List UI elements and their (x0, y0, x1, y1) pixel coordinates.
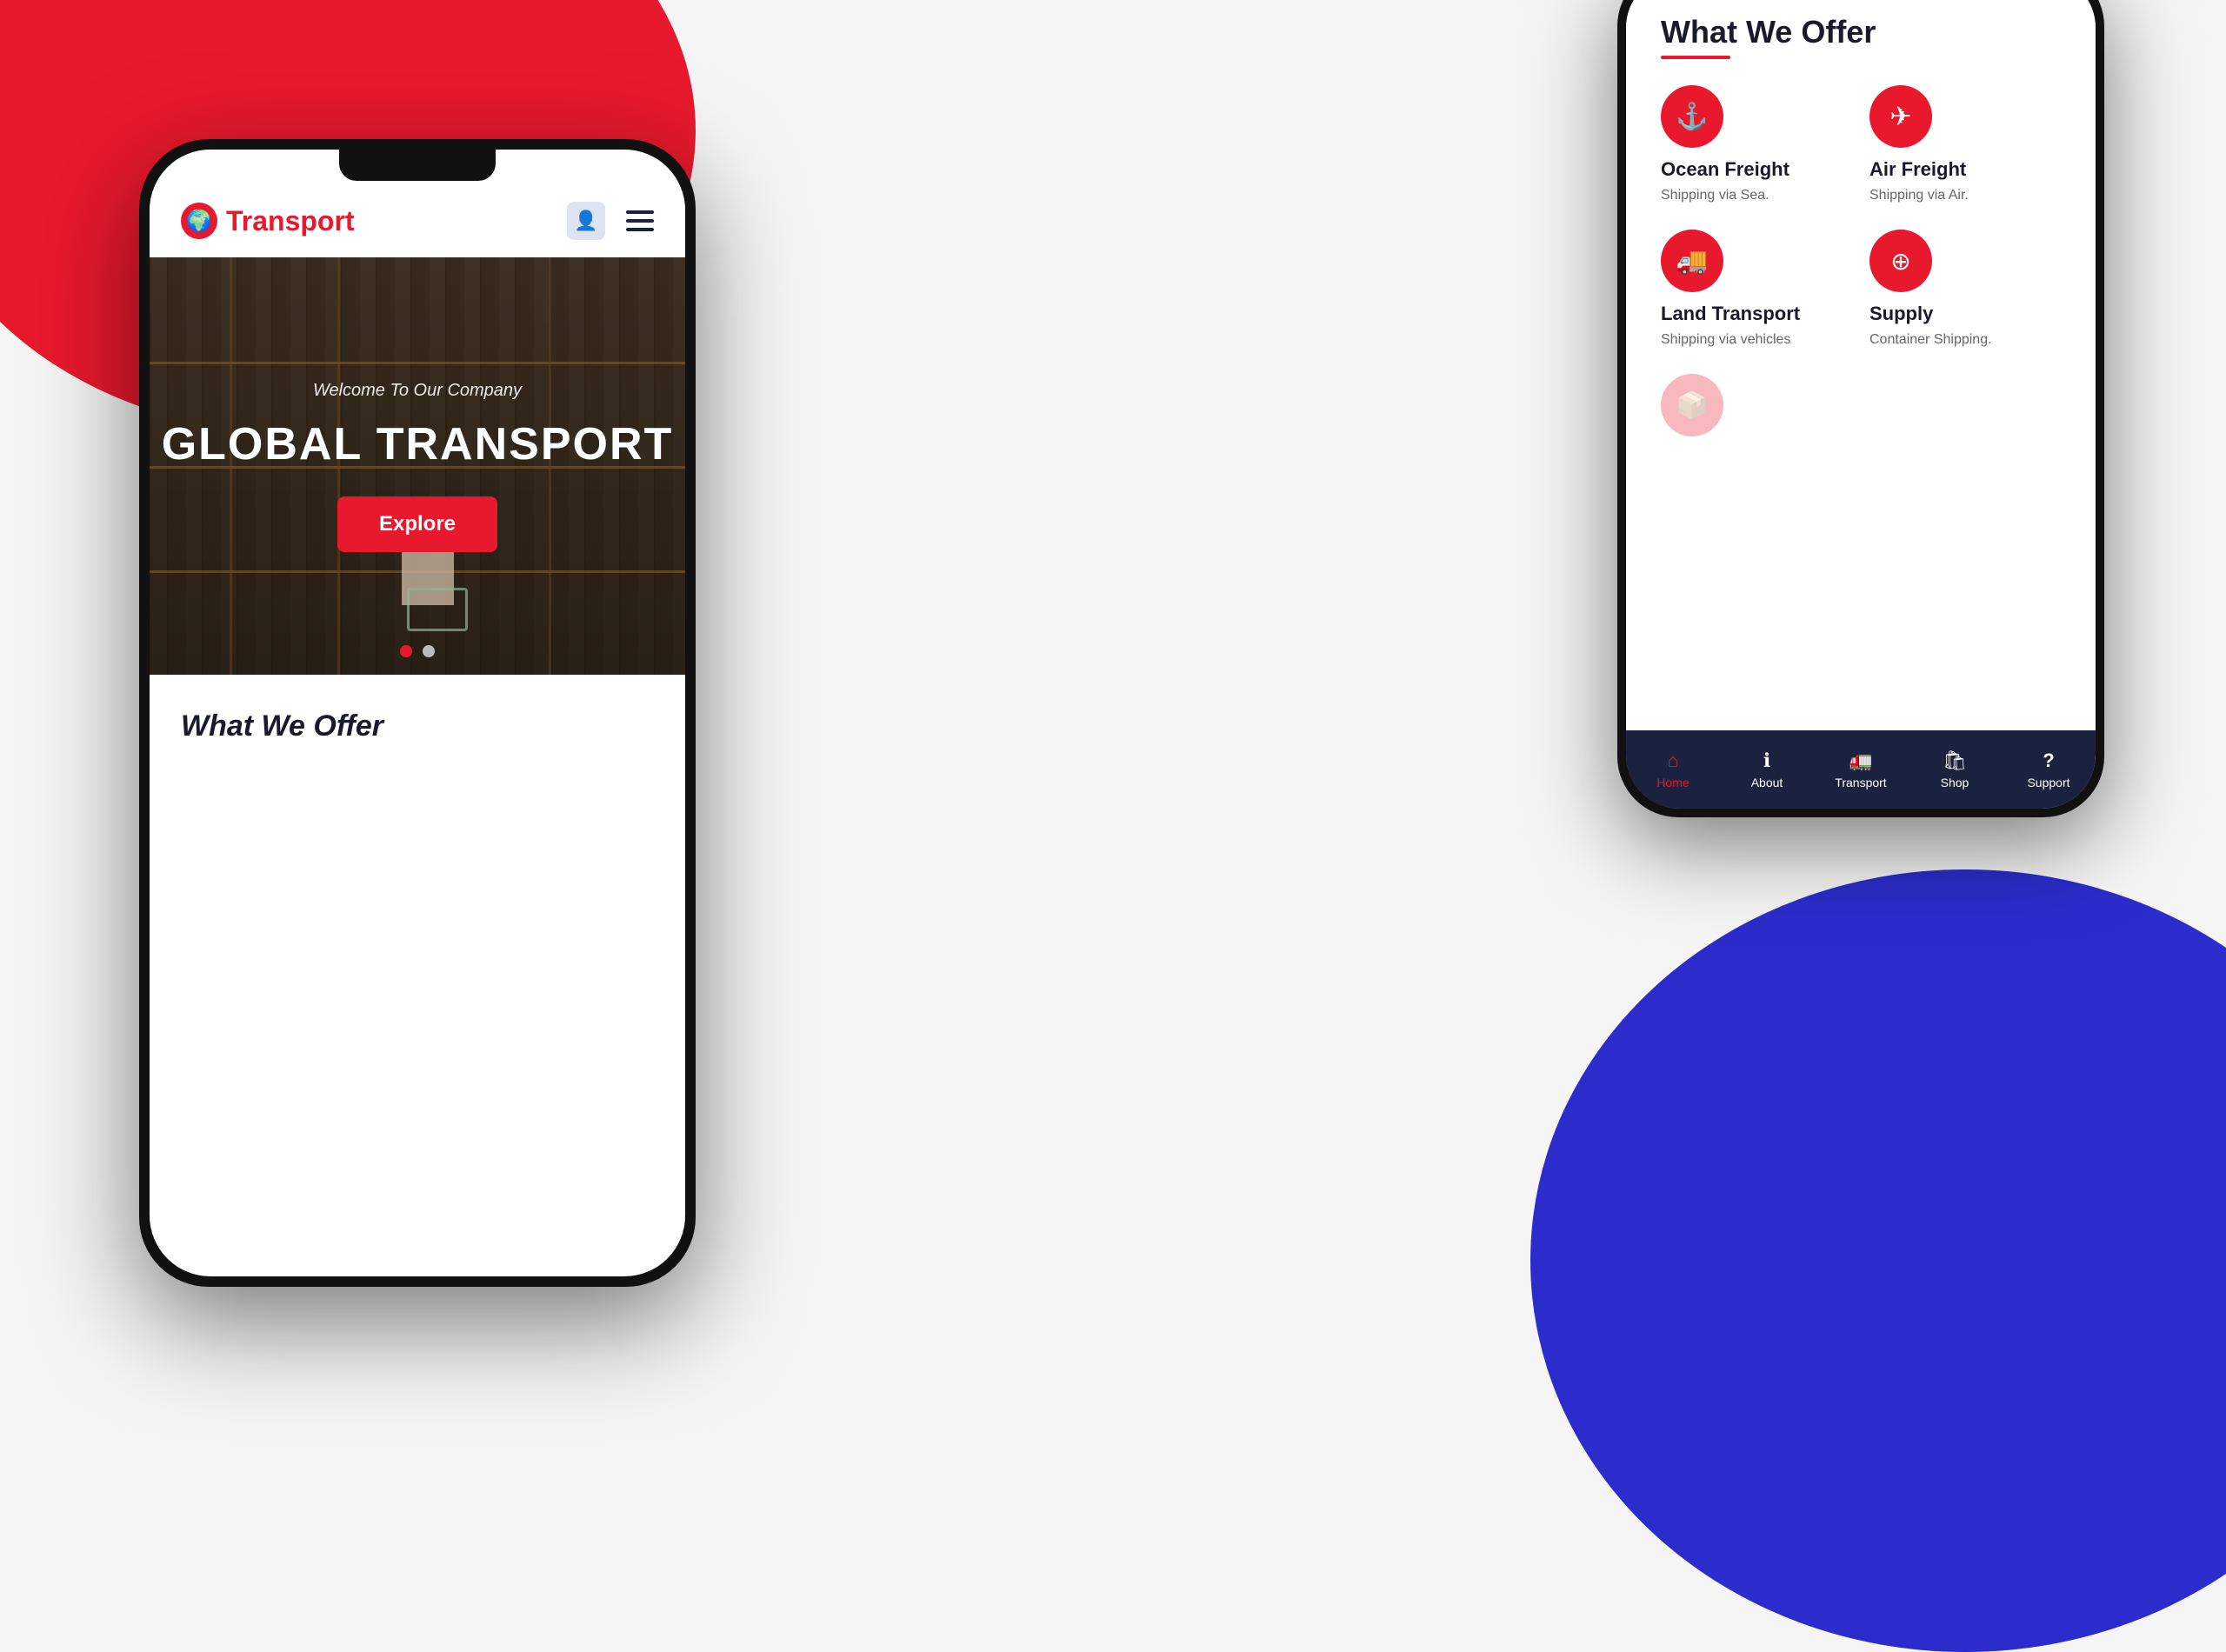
land-transport-desc: Shipping via vehicles (1661, 332, 1852, 348)
transport-nav-icon: 🚛 (1849, 749, 1872, 772)
home-nav-icon: ⌂ (1667, 749, 1678, 772)
what-we-offer-left-title: What We Offer (181, 709, 654, 743)
cart-outline (407, 588, 468, 631)
hero-section: Welcome To Our Company GLOBAL TRANSPORT … (150, 257, 685, 675)
home-nav-label: Home (1656, 776, 1689, 789)
user-icon[interactable]: 👤 (567, 202, 605, 240)
supply-desc: Container Shipping. (1869, 332, 2061, 348)
what-we-offer-left-section: What We Offer (150, 675, 685, 778)
ocean-freight-icon: ⚓ (1661, 85, 1723, 148)
land-transport-name: Land Transport (1661, 303, 1852, 325)
support-nav-label: Support (2027, 776, 2069, 789)
services-grid: ⚓ Ocean Freight Shipping via Sea. ✈ Air … (1661, 85, 2061, 348)
hamburger-menu-icon[interactable] (626, 210, 654, 231)
hero-background: Welcome To Our Company GLOBAL TRANSPORT … (150, 257, 685, 675)
title-underline (1661, 56, 1730, 59)
support-nav-icon: ? (2043, 749, 2054, 772)
menu-bar-3 (626, 228, 654, 231)
shop-nav-icon: 🛍 (1943, 749, 1967, 772)
air-freight-name: Air Freight (1869, 158, 2061, 181)
service-supply: ⊕ Supply Container Shipping. (1869, 230, 2061, 348)
nav-transport[interactable]: 🚛 Transport (1814, 730, 1908, 809)
hero-dot-1[interactable] (400, 645, 412, 657)
explore-button[interactable]: Explore (337, 496, 497, 552)
logo-area: 🌍 Transport (181, 203, 355, 239)
supply-icon: ⊕ (1869, 230, 1932, 292)
land-transport-icon: 🚚 (1661, 230, 1723, 292)
about-nav-icon: ℹ (1763, 749, 1770, 772)
bottom-navigation: ⌂ Home ℹ About 🚛 Transport 🛍 Shop ? Supp… (1626, 730, 2096, 809)
menu-bar-2 (626, 219, 654, 223)
what-we-offer-right-title: What We Offer (1661, 14, 2061, 50)
service-air-freight: ✈ Air Freight Shipping via Air. (1869, 85, 2061, 203)
right-phone-content: What We Offer ⚓ Ocean Freight Shipping v… (1626, 0, 2096, 758)
air-freight-desc: Shipping via Air. (1869, 188, 2061, 203)
nav-support[interactable]: ? Support (2002, 730, 2096, 809)
globe-icon: 🌍 (181, 203, 217, 239)
services-partial-row: 📦 (1661, 374, 2061, 436)
phone-notch-left (339, 150, 496, 181)
air-freight-icon: ✈ (1869, 85, 1932, 148)
phone-right: What We Offer ⚓ Ocean Freight Shipping v… (1617, 0, 2104, 817)
service-land-transport: 🚚 Land Transport Shipping via vehicles (1661, 230, 1852, 348)
service-ocean-freight: ⚓ Ocean Freight Shipping via Sea. (1661, 85, 1852, 203)
menu-bar-1 (626, 210, 654, 214)
hero-carousel-dots (400, 645, 435, 657)
header-icons: 👤 (567, 202, 654, 240)
hero-subtitle: Welcome To Our Company (313, 381, 522, 401)
ocean-freight-desc: Shipping via Sea. (1661, 188, 1852, 203)
transport-nav-label: Transport (1835, 776, 1886, 789)
supply-name: Supply (1869, 303, 2061, 325)
nav-about[interactable]: ℹ About (1720, 730, 1814, 809)
bg-blue-circle (1530, 869, 2226, 1652)
nav-home[interactable]: ⌂ Home (1626, 730, 1720, 809)
nav-shop[interactable]: 🛍 Shop (1908, 730, 2002, 809)
hero-dot-2[interactable] (423, 645, 435, 657)
partial-service-icon: 📦 (1661, 374, 1723, 436)
ocean-freight-name: Ocean Freight (1661, 158, 1852, 181)
logo-text: Transport (226, 205, 355, 237)
about-nav-label: About (1751, 776, 1783, 789)
phone-left: 🌍 Transport 👤 (139, 139, 696, 1287)
hero-title: GLOBAL TRANSPORT (162, 418, 674, 470)
shop-nav-label: Shop (1941, 776, 1969, 789)
